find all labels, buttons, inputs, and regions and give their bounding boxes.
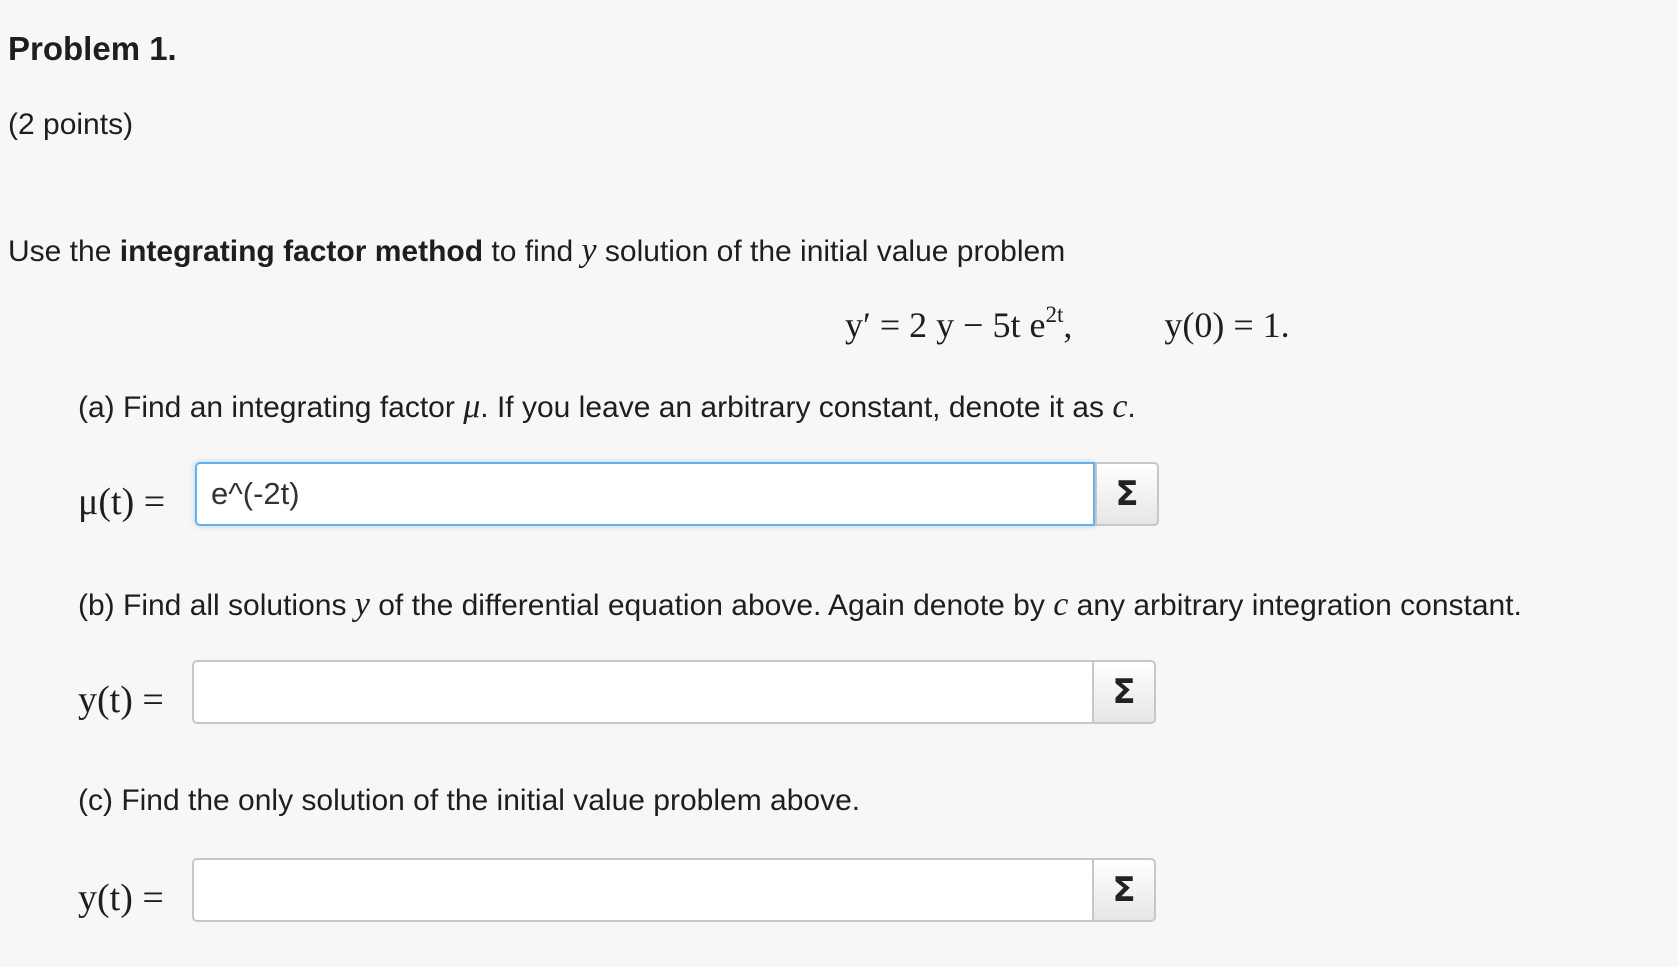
sigma-icon: Σ: [1112, 870, 1136, 910]
part-b-answer-input[interactable]: [192, 660, 1092, 724]
problem-statement: Use the integrating factor method to fin…: [8, 232, 1065, 270]
part-c-answer-input[interactable]: [192, 858, 1092, 922]
part-b-equation-editor-button[interactable]: Σ: [1092, 660, 1156, 724]
part-b-question: (b) Find all solutions y of the differen…: [78, 586, 1522, 624]
part-b-text-before: (b) Find all solutions: [78, 589, 355, 622]
initial-condition: y(0) = 1.: [1164, 305, 1290, 345]
intro-variable: y: [581, 232, 597, 269]
equation-lhs: y′ = 2 y − 5t e: [845, 305, 1046, 345]
intro-suffix: solution of the initial value problem: [596, 235, 1066, 268]
equation-exponent: 2t: [1045, 302, 1064, 327]
part-c-question: (c) Find the only solution of the initia…: [78, 784, 861, 817]
problem-title: Problem 1.: [8, 30, 177, 67]
part-c-equation-editor-button[interactable]: Σ: [1092, 858, 1156, 922]
part-b-text-after: any arbitrary integration constant.: [1068, 589, 1522, 622]
part-a-question: (a) Find an integrating factor μ. If you…: [78, 388, 1136, 426]
sigma-icon: Σ: [1112, 672, 1136, 712]
part-b-text-middle: of the differential equation above. Agai…: [369, 589, 1054, 622]
part-a-end: .: [1127, 391, 1136, 424]
part-a-text-before: (a) Find an integrating factor: [78, 391, 464, 424]
part-a-text-after: . If you leave an arbitrary constant, de…: [480, 391, 1113, 424]
intro-middle: to find: [483, 235, 582, 268]
intro-emphasis: integrating factor method: [119, 235, 484, 268]
part-a-answer-row: Σ: [195, 462, 1159, 526]
part-a-variable: μ: [463, 388, 481, 425]
differential-equation: y′ = 2 y − 5t e2t, y(0) = 1.: [845, 302, 1290, 346]
part-b-variable: y: [354, 586, 370, 623]
part-c-answer-row: Σ: [192, 858, 1156, 922]
part-c-answer-label: y(t) =: [78, 877, 164, 919]
part-b-constant: c: [1053, 586, 1069, 623]
part-a-answer-label: μ(t) =: [78, 481, 166, 523]
sigma-icon: Σ: [1115, 474, 1139, 514]
part-a-equation-editor-button[interactable]: Σ: [1095, 462, 1159, 526]
part-a-constant: c: [1112, 388, 1128, 425]
part-b-answer-row: Σ: [192, 660, 1156, 724]
part-b-answer-label: y(t) =: [78, 679, 164, 721]
intro-prefix: Use the: [8, 235, 120, 268]
equation-separator: ,: [1063, 305, 1073, 345]
problem-points: (2 points): [8, 108, 134, 141]
part-a-answer-input[interactable]: [195, 462, 1095, 526]
